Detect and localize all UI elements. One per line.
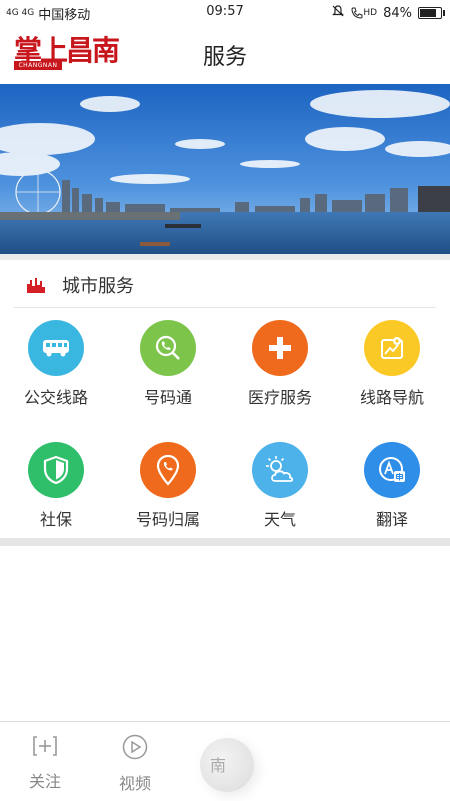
add-follow-icon [31, 736, 59, 762]
service-number-lookup[interactable]: 号码通 [112, 320, 224, 408]
status-bar: 4G 4G 中国移动 09:57 HD 84% [0, 0, 450, 24]
shield-icon [28, 442, 84, 498]
service-social-security[interactable]: 社保 [0, 442, 112, 530]
battery-icon [418, 7, 445, 19]
page-title: 服务 [202, 45, 247, 70]
floating-home-button[interactable]: 南 [200, 738, 254, 792]
service-label: 号码归属 [135, 510, 200, 529]
service-label: 天气 [263, 510, 296, 529]
tab-label: 关注 [28, 772, 61, 791]
section-title: 城市服务 [62, 276, 134, 297]
service-label: 翻译 [375, 510, 408, 529]
tab-video[interactable]: 视频 [105, 734, 165, 794]
battery-percent: 84% [383, 5, 412, 21]
service-label: 公交线路 [23, 388, 88, 407]
medical-cross-icon [252, 320, 308, 376]
tab-follow[interactable]: 关注 [15, 734, 75, 792]
tab-label: 视频 [118, 774, 151, 793]
city-banner-image[interactable] [0, 84, 450, 254]
service-bus[interactable]: 公交线路 [0, 320, 112, 408]
service-label: 线路导航 [359, 388, 424, 407]
banner-divider [0, 254, 450, 260]
hd-label: HD [363, 8, 378, 18]
service-weather[interactable]: 天气 [224, 442, 336, 530]
translate-icon [364, 442, 420, 498]
battery-fill [420, 9, 436, 17]
map-navigation-icon [364, 320, 420, 376]
service-number-location[interactable]: 号码归属 [112, 442, 224, 530]
phone-location-icon [140, 442, 196, 498]
play-icon [122, 734, 148, 764]
weather-icon [252, 442, 308, 498]
bus-icon [28, 320, 84, 376]
bell-muted-icon [331, 4, 345, 22]
app-header: 掌上昌南 CHANGNAN 服务 [0, 24, 450, 85]
service-label: 号码通 [143, 388, 192, 407]
hd-call-icon: HD [351, 7, 377, 19]
content-divider [0, 538, 450, 546]
service-route-navigation[interactable]: 线路导航 [336, 320, 448, 408]
city-skyline-icon [26, 276, 46, 298]
service-label: 社保 [39, 510, 72, 529]
section-divider [14, 307, 436, 308]
floating-button-label: 南 [210, 756, 227, 775]
service-translate[interactable]: 翻译 [336, 442, 448, 530]
phone-search-icon [140, 320, 196, 376]
service-medical[interactable]: 医疗服务 [224, 320, 336, 408]
section-header: 城市服务 [0, 262, 450, 308]
service-label: 医疗服务 [247, 388, 312, 407]
bottom-tab-bar: 关注 视频 南 [0, 721, 450, 801]
